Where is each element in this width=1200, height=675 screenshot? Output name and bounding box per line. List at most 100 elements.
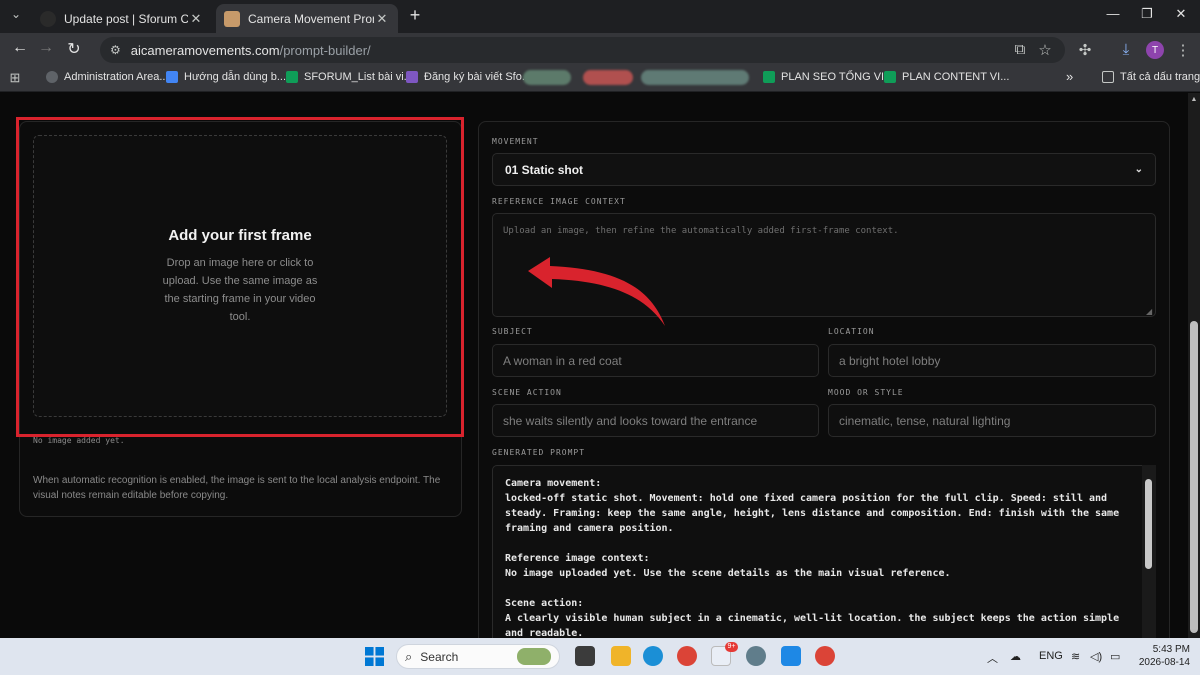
- address-bar[interactable]: ⚙ aicameramovements.com/prompt-builder/: [100, 37, 1065, 63]
- minimize-button[interactable]: —: [1098, 6, 1128, 21]
- sheets-icon: [884, 71, 896, 83]
- blurred-bookmark[interactable]: [523, 70, 571, 85]
- prompt-section: Camera movement: locked-off static shot. …: [505, 478, 1120, 534]
- blurred-bookmark[interactable]: [583, 70, 633, 85]
- bookmark-item[interactable]: PLAN CONTENT VI...: [884, 71, 1009, 83]
- language-indicator[interactable]: ENG: [1039, 650, 1063, 662]
- volume-icon[interactable]: ◁): [1090, 650, 1102, 663]
- browser-toolbar: ← → ↻ ⚙ aicameramovements.com/prompt-bui…: [0, 33, 1200, 66]
- clock-date: 2026-08-14: [1138, 657, 1190, 668]
- task-view-icon[interactable]: [575, 646, 595, 666]
- battery-icon[interactable]: ▭: [1110, 650, 1120, 663]
- tab-favicon-icon: [40, 10, 56, 27]
- search-highlight-icon: [517, 648, 551, 665]
- new-tab-button[interactable]: +: [404, 5, 426, 26]
- mood-placeholder: cinematic, tense, natural lighting: [839, 413, 1011, 428]
- tab-close-icon[interactable]: ✕: [188, 11, 204, 27]
- search-icon: ⌕: [405, 648, 413, 664]
- download-icon[interactable]: ⤓: [1116, 41, 1136, 58]
- scene-action-label: SCENE ACTION: [492, 388, 562, 397]
- maximize-button[interactable]: ❐: [1132, 6, 1162, 22]
- reload-icon[interactable]: ↻: [63, 39, 85, 59]
- extensions-puzzle-icon[interactable]: ✣: [1075, 41, 1095, 59]
- translate-icon[interactable]: ⧉: [1010, 41, 1030, 58]
- bookmark-item[interactable]: SFORUM_List bài vi...: [286, 71, 413, 83]
- chrome-icon[interactable]: [677, 646, 697, 666]
- bookmark-star-icon[interactable]: ☆: [1035, 41, 1055, 59]
- taskbar-search[interactable]: ⌕ Search: [396, 644, 560, 669]
- image-status: No image added yet.: [33, 436, 125, 445]
- scene-action-input[interactable]: she waits silently and looks toward the …: [492, 404, 819, 437]
- profile-avatar[interactable]: T: [1146, 41, 1164, 59]
- prompt-scrollbar-thumb[interactable]: [1145, 479, 1152, 569]
- bookmark-item[interactable]: Administration Area...: [46, 71, 169, 83]
- tab-strip: ⌄ Update post | Sforum CMS ✕ Camera Move…: [0, 0, 1200, 33]
- forward-arrow-icon[interactable]: →: [35, 39, 57, 57]
- bookmark-favicon-icon: [46, 71, 58, 83]
- back-arrow-icon[interactable]: ←: [9, 39, 31, 57]
- tab-search-chevron-icon[interactable]: ⌄: [6, 7, 26, 21]
- recognition-note: When automatic recognition is enabled, t…: [33, 475, 441, 501]
- generated-prompt-textarea[interactable]: Camera movement: locked-off static shot. …: [492, 465, 1156, 638]
- tray-chevron-up-icon[interactable]: ︿: [987, 650, 998, 666]
- red-pointer-arrow: [528, 257, 665, 326]
- bookmark-item[interactable]: PLAN SEO TỔNG VI...: [763, 71, 893, 83]
- tab-camera-movement[interactable]: Camera Movement Prompt Buil ✕: [216, 4, 398, 33]
- file-explorer-icon[interactable]: [611, 646, 631, 666]
- folder-icon: [1102, 71, 1114, 83]
- generated-prompt-label: GENERATED PROMPT: [492, 448, 586, 457]
- mood-label: MOOD OR STYLE: [828, 388, 904, 397]
- prompt-section: Scene action: A clearly visible human sub…: [505, 598, 1120, 638]
- movement-label: MOVEMENT: [492, 137, 539, 146]
- sheets-icon: [286, 71, 298, 83]
- movement-selected-value: 01 Static shot: [505, 162, 584, 177]
- movement-select[interactable]: 01 Static shot ⌄: [492, 153, 1156, 186]
- chrome-profile-icon[interactable]: [815, 646, 835, 666]
- apps-grid-icon[interactable]: ⊞: [5, 70, 25, 86]
- page-scrollbar-thumb[interactable]: [1190, 321, 1198, 633]
- onedrive-cloud-icon[interactable]: ☁: [1010, 650, 1021, 663]
- close-window-button[interactable]: ✕: [1166, 6, 1196, 22]
- windows-taskbar: ⌕ Search 9+ ︿ ☁ ENG ≋ ◁) ▭ 5:43 PM 2026-…: [0, 638, 1200, 675]
- more-bookmarks-button[interactable]: »: [1066, 69, 1073, 84]
- mood-input[interactable]: cinematic, tense, natural lighting: [828, 404, 1156, 437]
- tab-title: Camera Movement Prompt Buil: [248, 11, 374, 26]
- all-bookmarks-button[interactable]: Tất cả dấu trang: [1102, 71, 1200, 83]
- sheets-icon: [763, 71, 775, 83]
- edge-icon[interactable]: [643, 646, 663, 666]
- docs-icon: [166, 71, 178, 83]
- url-path: /prompt-builder/: [279, 42, 371, 58]
- prompt-section: Reference image context: No image uploade…: [505, 553, 951, 579]
- bookmark-item[interactable]: Hướng dẫn dùng b...: [166, 71, 286, 83]
- notification-badge: 9+: [725, 642, 738, 652]
- resize-handle-icon[interactable]: ◢: [1146, 307, 1152, 316]
- blurred-bookmark[interactable]: [641, 70, 749, 85]
- tab-sforum-cms[interactable]: Update post | Sforum CMS ✕: [32, 4, 212, 33]
- wifi-icon[interactable]: ≋: [1071, 650, 1080, 663]
- tab-title: Update post | Sforum CMS: [64, 11, 188, 26]
- location-input[interactable]: a bright hotel lobby: [828, 344, 1156, 377]
- scroll-down-icon[interactable]: ▼: [1189, 628, 1199, 635]
- taskbar-clock[interactable]: 5:43 PM 2026-08-14: [1135, 643, 1190, 669]
- subject-input[interactable]: A woman in a red coat: [492, 344, 819, 377]
- windows-start-icon[interactable]: [365, 647, 384, 666]
- mail-icon[interactable]: [781, 646, 801, 666]
- tab-close-icon[interactable]: ✕: [374, 11, 390, 27]
- scene-action-placeholder: she waits silently and looks toward the …: [503, 413, 758, 428]
- reference-context-label: REFERENCE IMAGE CONTEXT: [492, 197, 626, 206]
- chevron-down-icon: ⌄: [1134, 164, 1143, 175]
- scroll-up-icon[interactable]: ▲: [1189, 96, 1199, 103]
- settings-gear-icon[interactable]: [746, 646, 766, 666]
- forms-icon: [406, 71, 418, 83]
- menu-kebab-icon[interactable]: ⋮: [1173, 41, 1193, 59]
- reference-context-placeholder: Upload an image, then refine the automat…: [503, 226, 899, 236]
- clock-time: 5:43 PM: [1152, 644, 1190, 655]
- bookmark-item[interactable]: Đăng ký bài viết Sfo...: [406, 71, 531, 83]
- highlight-frame: [16, 117, 464, 437]
- subject-placeholder: A woman in a red coat: [503, 353, 622, 368]
- site-info-icon[interactable]: ⚙: [110, 43, 121, 57]
- bookmarks-bar: ⊞ Administration Area... Hướng dẫn dùng …: [0, 66, 1200, 92]
- location-placeholder: a bright hotel lobby: [839, 353, 941, 368]
- location-label: LOCATION: [828, 327, 875, 336]
- url-host: aicameramovements.com: [130, 42, 280, 58]
